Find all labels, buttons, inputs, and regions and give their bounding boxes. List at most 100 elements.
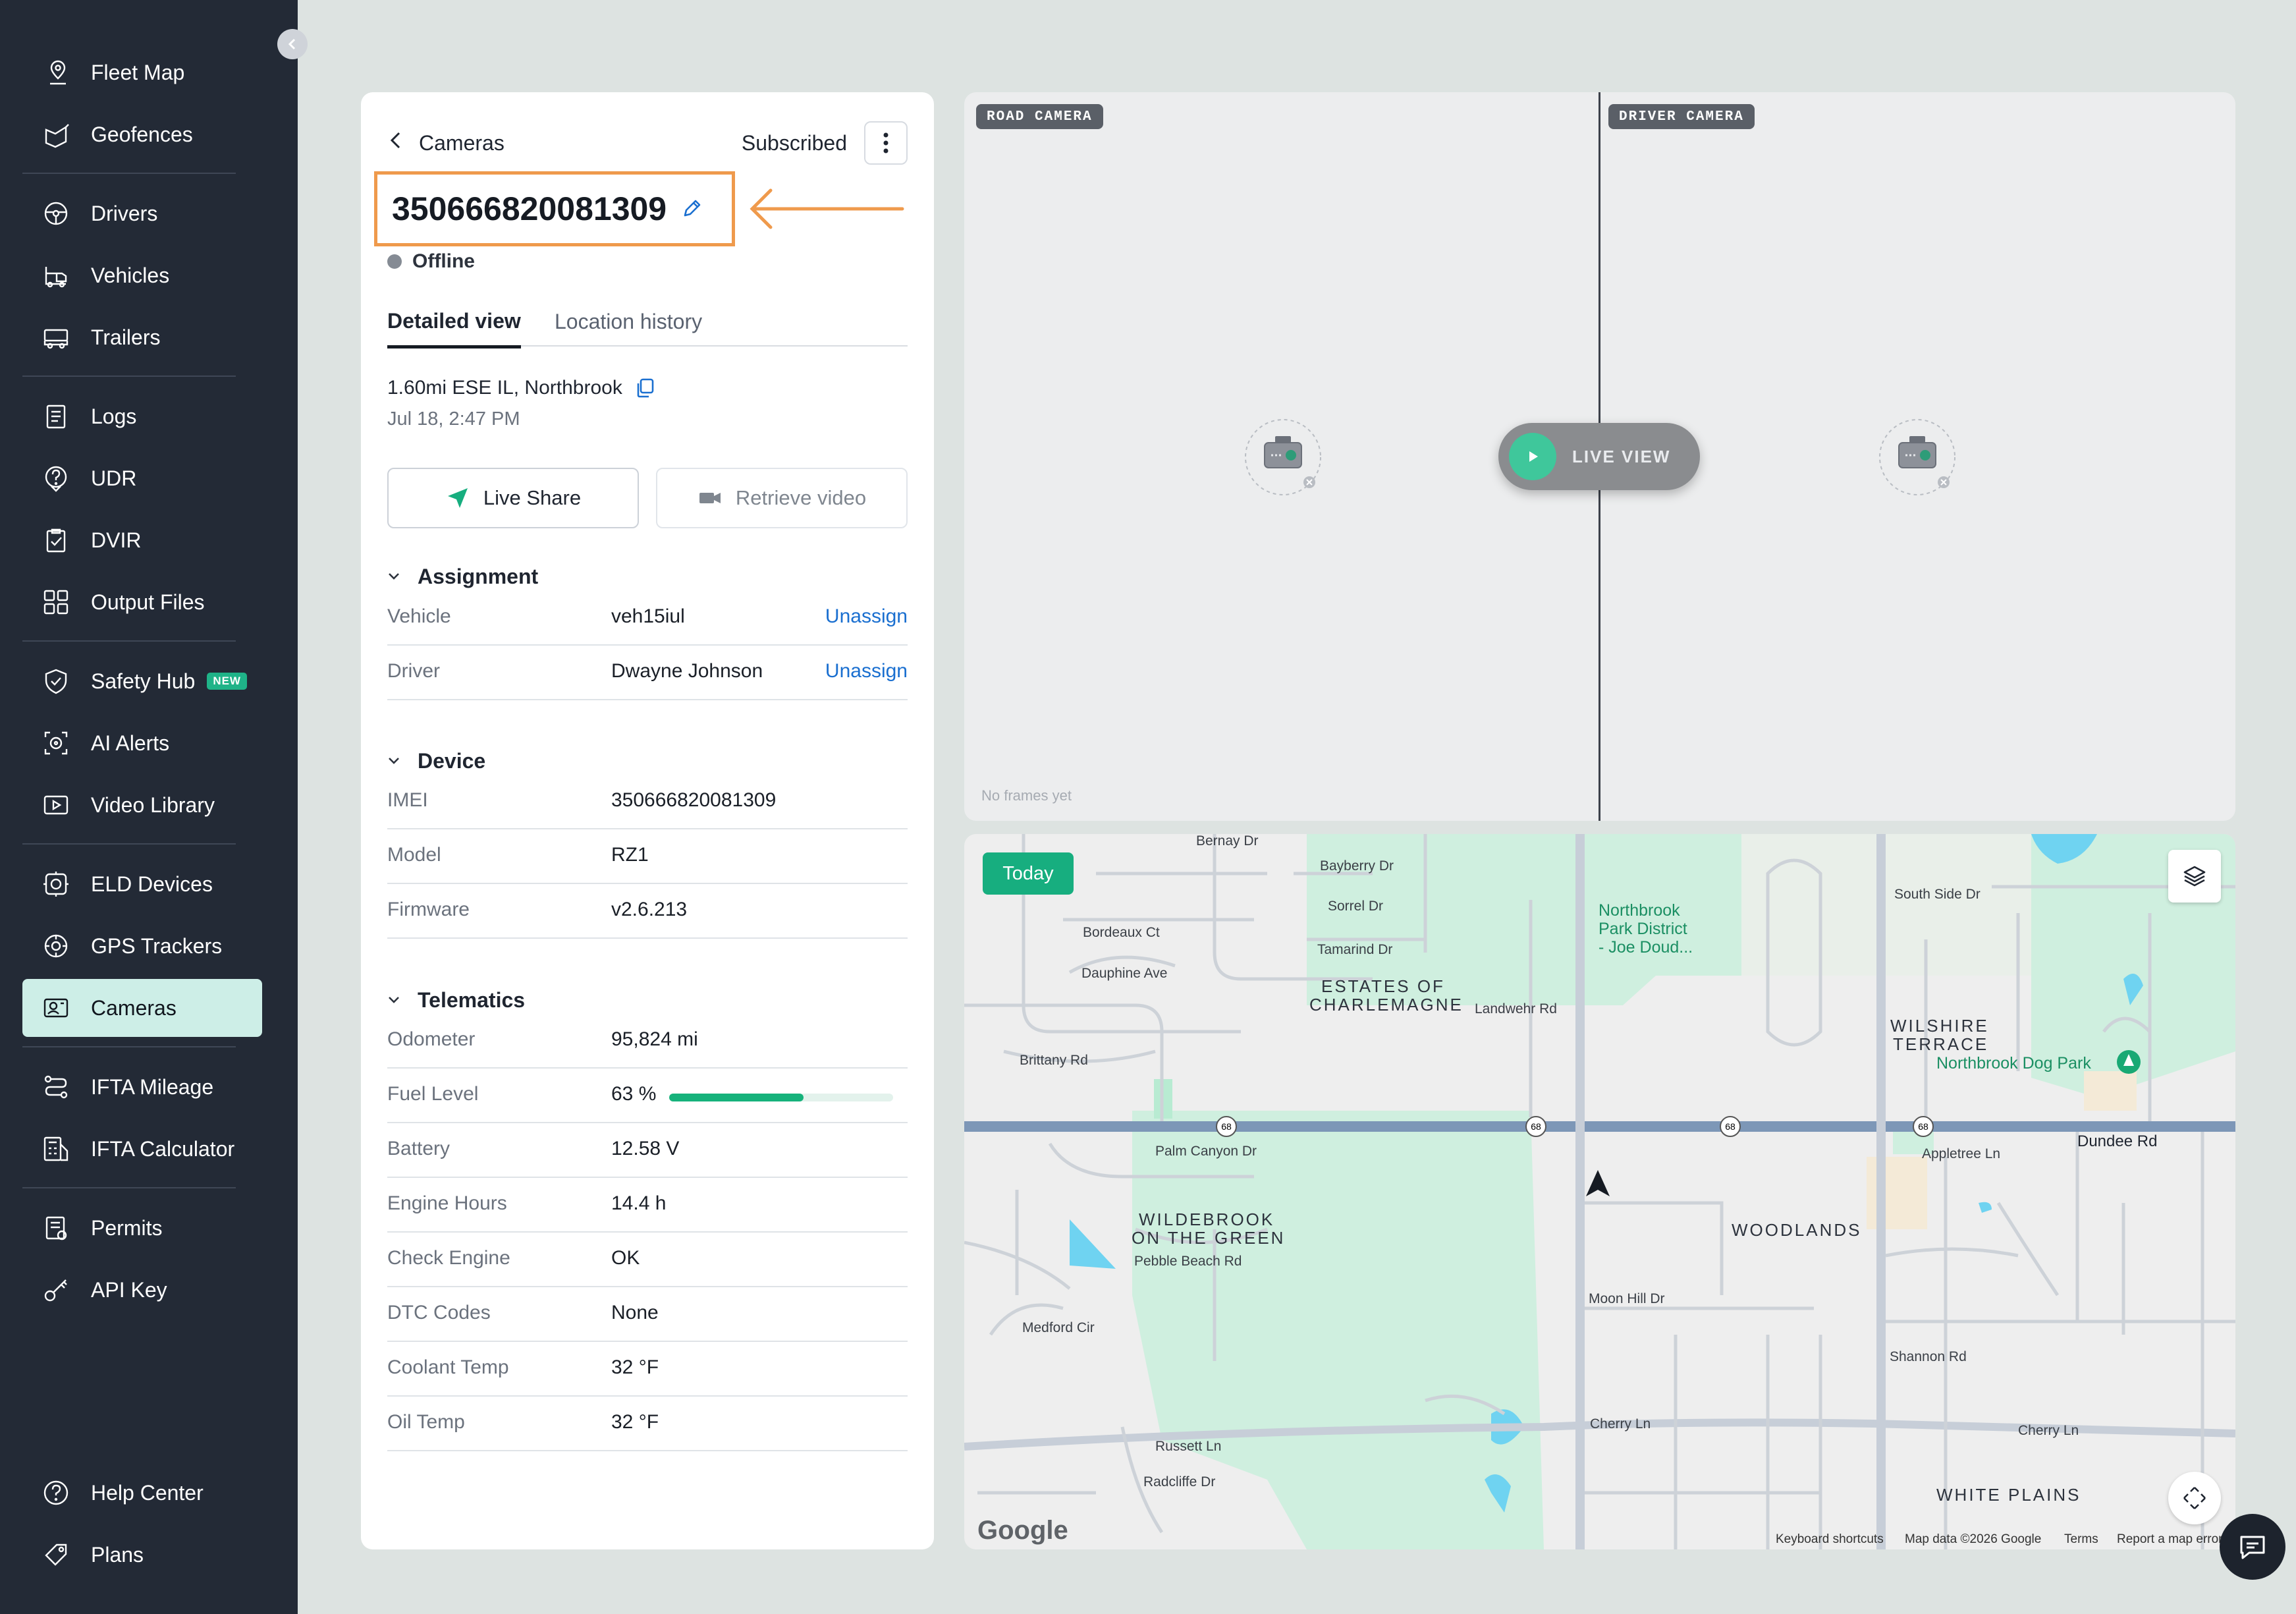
sidebar-item-video-library[interactable]: Video Library	[22, 776, 262, 834]
files-icon	[41, 587, 71, 617]
telematics-row-oil-temp: Oil Temp 32 °F	[387, 1397, 908, 1451]
chat-icon	[2240, 1536, 2265, 1559]
report-map-error-link[interactable]: Report a map error	[2117, 1532, 2223, 1547]
layers-icon	[2183, 866, 2206, 887]
row-label: Fuel Level	[387, 1083, 479, 1105]
copy-icon[interactable]	[634, 377, 657, 399]
unassign-driver-link[interactable]: Unassign	[825, 660, 908, 682]
status-badge: Offline	[387, 247, 475, 276]
telematics-row-engine-hours: Engine Hours 14.4 h	[387, 1178, 908, 1233]
back-button[interactable]	[387, 130, 407, 156]
sidebar-item-gps-trackers[interactable]: GPS Trackers	[22, 917, 262, 975]
chevron-down-icon	[387, 752, 407, 769]
sidebar-item-output-files[interactable]: Output Files	[22, 573, 262, 631]
collapse-sidebar-button[interactable]	[277, 29, 308, 59]
sidebar-item-drivers[interactable]: Drivers	[22, 184, 262, 242]
street-label: Sorrel Dr	[1328, 899, 1383, 914]
vehicle-icon	[41, 260, 71, 291]
video-icon	[41, 790, 71, 820]
breadcrumb-cameras[interactable]: Cameras	[419, 131, 505, 155]
sidebar-item-plans[interactable]: Plans	[22, 1526, 262, 1584]
vehicle-location-marker[interactable]	[1586, 1170, 1610, 1196]
street-label: Dauphine Ave	[1081, 966, 1167, 981]
retrieve-video-label: Retrieve video	[735, 486, 867, 509]
live-view-button[interactable]: LIVE VIEW	[1498, 423, 1700, 490]
camera-detail-panel: Cameras Subscribed 350666820081309 Offli…	[361, 92, 934, 1549]
map-canvas[interactable]: 68 68 68 68 Bernay Dr Bayberry Dr Sorrel…	[964, 834, 2235, 1549]
device-title-highlight: 350666820081309	[374, 171, 735, 246]
sidebar-item-logs[interactable]: Logs	[22, 387, 262, 445]
pencil-icon[interactable]	[680, 197, 703, 221]
sidebar-item-ifta-calculator[interactable]: IFTA Calculator	[22, 1120, 262, 1178]
telematics-row-odometer: Odometer 95,824 mi	[387, 1014, 908, 1069]
fuel-level-bar	[669, 1094, 893, 1101]
driver-camera-label: DRIVER CAMERA	[1608, 104, 1755, 129]
telematics-row-battery: Battery 12.58 V	[387, 1123, 908, 1178]
sidebar-item-label: UDR	[91, 466, 137, 490]
area-label: TERRACE	[1893, 1034, 1988, 1054]
more-options-button[interactable]	[864, 121, 908, 165]
video-camera-icon	[699, 493, 721, 503]
sidebar-item-cameras[interactable]: Cameras	[22, 979, 262, 1037]
sidebar-item-ai-alerts[interactable]: AI Alerts	[22, 714, 262, 772]
street-label: Pebble Beach Rd	[1134, 1254, 1242, 1269]
sidebar-item-help-center[interactable]: Help Center	[22, 1464, 262, 1522]
unassign-vehicle-link[interactable]: Unassign	[825, 605, 908, 628]
assignment-section-toggle[interactable]: Assignment	[387, 560, 538, 593]
chat-support-button[interactable]	[2220, 1514, 2285, 1580]
location-text: 1.60mi ESE IL, Northbrook	[387, 377, 622, 399]
road-camera-placeholder-icon	[1245, 419, 1321, 495]
assignment-row-vehicle: Vehicle veh15iul Unassign	[387, 591, 908, 646]
tab-detailed-view[interactable]: Detailed view	[387, 296, 521, 348]
sidebar-item-safety-hub[interactable]: Safety Hub NEW	[22, 652, 262, 710]
sidebar-item-api-key[interactable]: API Key	[22, 1261, 262, 1319]
row-label: Driver	[387, 660, 440, 682]
device-title: Device	[418, 748, 486, 773]
row-label: DTC Codes	[387, 1302, 491, 1323]
ai-alert-icon	[41, 728, 71, 758]
location-timestamp: Jul 18, 2:47 PM	[387, 408, 520, 430]
sidebar-item-ifta-mileage[interactable]: IFTA Mileage	[22, 1058, 262, 1116]
live-share-button[interactable]: Live Share	[387, 468, 639, 528]
row-value: v2.6.213	[611, 899, 688, 920]
sidebar-item-permits[interactable]: Permits	[22, 1199, 262, 1257]
sidebar-item-label: Output Files	[91, 590, 205, 614]
recenter-map-button[interactable]	[2168, 1472, 2221, 1524]
sidebar-item-trailers[interactable]: Trailers	[22, 308, 262, 366]
send-icon	[447, 488, 468, 508]
row-value: 12.58 V	[611, 1138, 680, 1159]
row-value: None	[611, 1302, 659, 1323]
row-value: 14.4 h	[611, 1192, 667, 1214]
today-filter-button[interactable]: Today	[983, 852, 1074, 895]
permit-icon	[41, 1213, 71, 1243]
row-label: Check Engine	[387, 1247, 510, 1269]
device-section-toggle[interactable]: Device	[387, 744, 485, 777]
keyboard-shortcuts-link[interactable]: Keyboard shortcuts	[1776, 1532, 1884, 1547]
route-shield: 68	[1531, 1121, 1541, 1132]
route-icon	[41, 1072, 71, 1102]
retrieve-video-button[interactable]: Retrieve video	[656, 468, 908, 528]
sidebar-item-label: Vehicles	[91, 263, 170, 287]
sidebar-item-label: Video Library	[91, 793, 215, 817]
sidebar-item-label: Safety Hub	[91, 669, 196, 693]
google-logo: Google	[977, 1516, 1068, 1545]
sidebar-item-fleet-map[interactable]: Fleet Map	[22, 43, 262, 101]
terms-link[interactable]: Terms	[2064, 1532, 2098, 1547]
tab-location-history[interactable]: Location history	[555, 296, 702, 347]
sidebar-item-dvir[interactable]: DVIR	[22, 511, 262, 569]
device-row-model: Model RZ1	[387, 829, 908, 884]
camera-icon	[41, 993, 71, 1023]
trailer-icon	[41, 322, 71, 352]
fuel-level-fill	[669, 1094, 804, 1101]
location-map[interactable]: 68 68 68 68 Bernay Dr Bayberry Dr Sorrel…	[964, 834, 2235, 1549]
play-icon	[1509, 433, 1556, 480]
sidebar-item-udr[interactable]: UDR	[22, 449, 262, 507]
telematics-section-toggle[interactable]: Telematics	[387, 984, 525, 1016]
sidebar-item-eld-devices[interactable]: ELD Devices	[22, 855, 262, 913]
sidebar-item-vehicles[interactable]: Vehicles	[22, 246, 262, 304]
map-layers-button[interactable]	[2168, 850, 2221, 903]
sidebar-item-geofences[interactable]: Geofences	[22, 105, 262, 163]
poi-label: Northbrook Dog Park	[1936, 1054, 2091, 1072]
street-label: Appletree Ln	[1922, 1146, 2000, 1161]
chevron-down-icon	[387, 991, 407, 1009]
